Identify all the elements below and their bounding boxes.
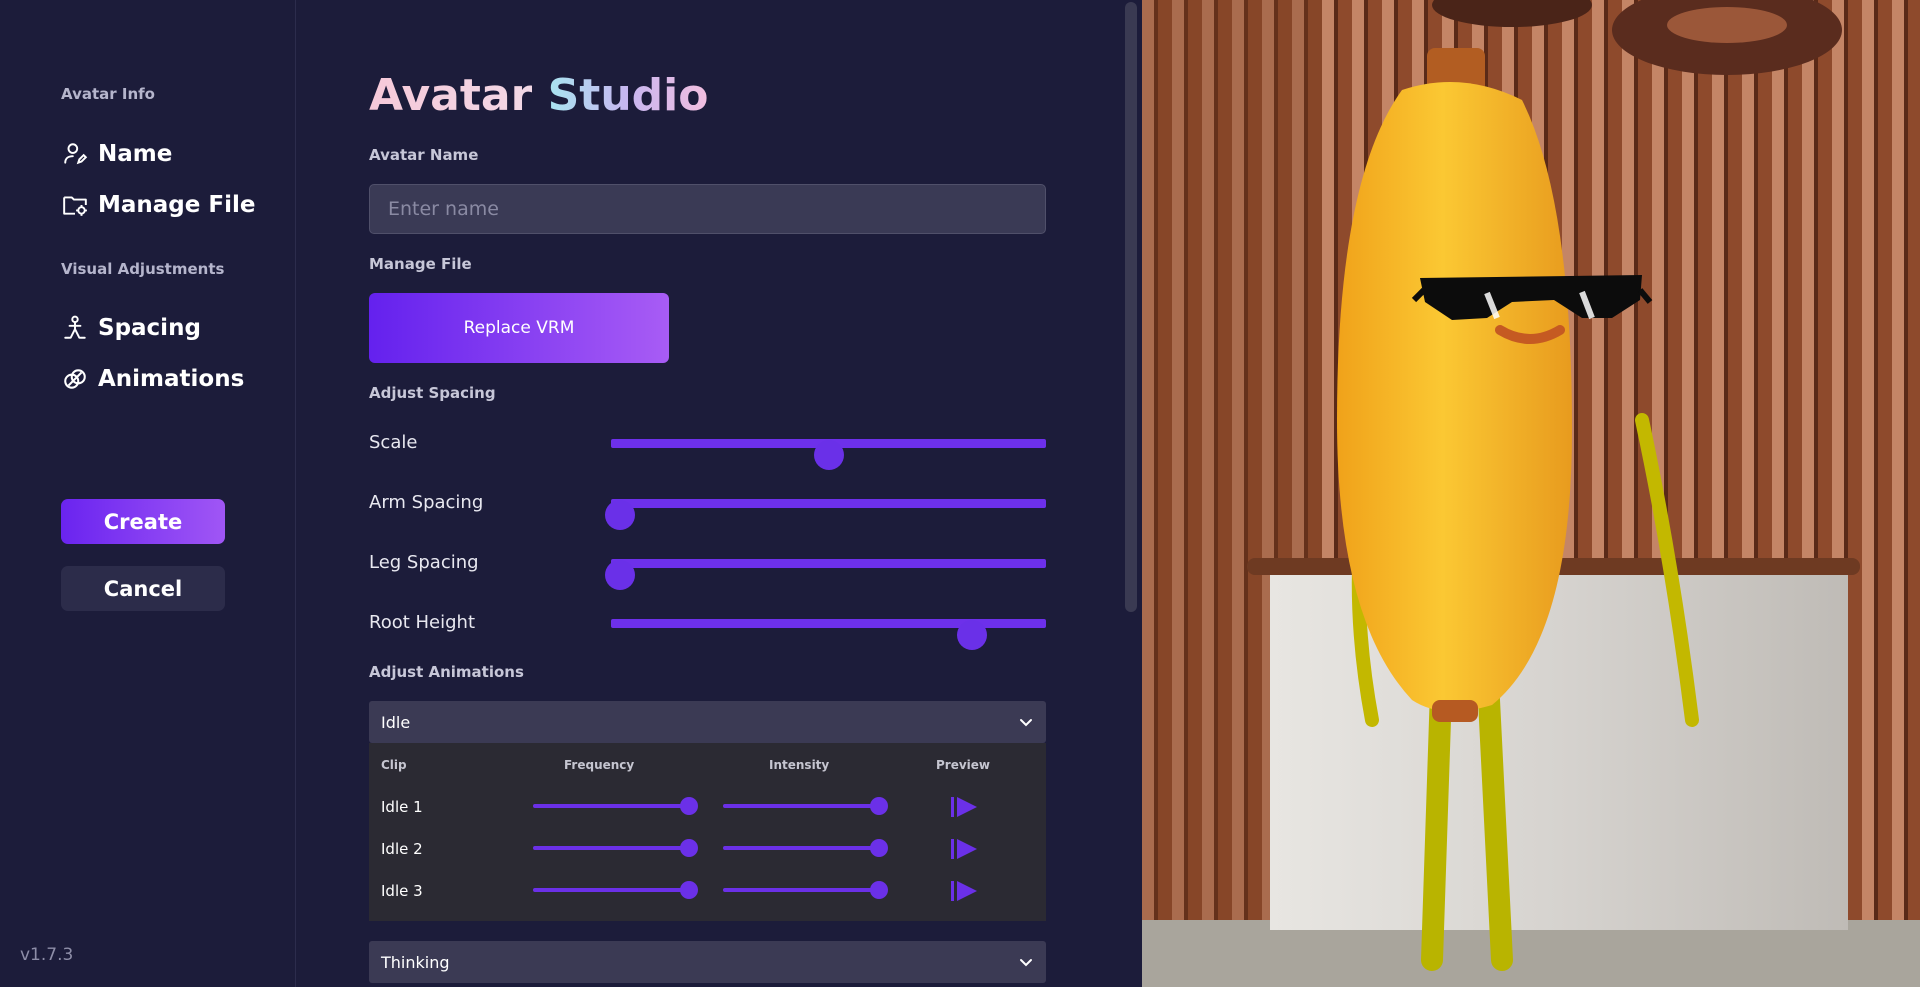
manage-file-label: Manage File [369,255,472,273]
clip-row: Idle 2 [369,833,1046,863]
settings-scrollbar[interactable] [1125,2,1137,612]
intensity-slider-thumb[interactable] [870,797,888,815]
frequency-slider[interactable] [533,881,698,899]
root-height-slider-thumb[interactable] [957,620,988,650]
clip-name: Idle 2 [381,840,423,858]
scale-slider-thumb[interactable] [813,440,844,470]
create-button[interactable]: Create [61,499,225,544]
chevron-down-icon [1020,719,1032,727]
adjust-spacing-label: Adjust Spacing [369,384,496,402]
column-header-preview: Preview [936,758,991,772]
slider-label: Arm Spacing [369,492,484,513]
idle-clips-panel: Clip Frequency Intensity Preview Idle 1 … [369,743,1046,921]
version-label: v1.7.3 [20,945,74,965]
play-preview-icon[interactable] [951,879,979,903]
accordion-title: Thinking [381,952,450,972]
sidebar-item-spacing[interactable]: Spacing [62,315,201,341]
scale-slider-track[interactable] [611,439,1046,470]
cancel-button[interactable]: Cancel [61,566,225,611]
accordion-title: Idle [381,712,411,732]
leg-spacing-slider-thumb[interactable] [604,560,635,590]
root-height-slider-track[interactable] [611,619,1046,650]
sidebar-item-label: Name [98,141,173,167]
root-height-slider-row: Root Height [369,607,1046,650]
clip-row: Idle 3 [369,875,1046,905]
frequency-slider-thumb[interactable] [680,797,698,815]
leg-spacing-slider-row: Leg Spacing [369,547,1046,590]
folder-gear-icon [62,192,88,218]
banana-avatar-scene [1142,0,1920,987]
intensity-slider-thumb[interactable] [870,881,888,899]
intensity-slider[interactable] [723,881,888,899]
frequency-slider-thumb[interactable] [680,839,698,857]
chevron-down-icon [1020,959,1032,967]
column-header-intensity: Intensity [769,758,830,772]
section-visual-adjustments: Visual Adjustments [61,260,225,278]
sidebar-item-manage-file[interactable]: Manage File [62,192,255,218]
accordion-thinking[interactable]: Thinking [369,941,1046,983]
avatar-preview-viewport[interactable] [1142,0,1920,987]
sidebar: Avatar Info Name Manage File Visual Adju… [0,0,296,987]
sidebar-item-label: Animations [98,366,245,392]
slider-label: Leg Spacing [369,552,479,573]
page-title: Avatar Studio [369,70,709,121]
frequency-slider[interactable] [533,797,698,815]
avatar-studio-app: Avatar Info Name Manage File Visual Adju… [0,0,1920,987]
replace-vrm-button[interactable]: Replace VRM [369,293,669,363]
intensity-slider[interactable] [723,839,888,857]
slider-label: Root Height [369,612,476,633]
intensity-slider-thumb[interactable] [870,839,888,857]
column-header-frequency: Frequency [564,758,635,772]
adjust-animations-label: Adjust Animations [369,663,524,681]
play-preview-icon[interactable] [951,837,979,861]
avatar-name-input[interactable] [369,184,1046,234]
arm-spacing-slider-thumb[interactable] [604,500,635,530]
sidebar-item-label: Spacing [98,315,201,341]
frequency-slider[interactable] [533,839,698,857]
avatar-name-label: Avatar Name [369,146,479,164]
slider-label: Scale [369,432,418,453]
section-avatar-info: Avatar Info [61,85,155,103]
clip-row: Idle 1 [369,791,1046,821]
accordion-idle[interactable]: Idle [369,701,1046,743]
clip-name: Idle 3 [381,882,423,900]
play-preview-icon[interactable] [951,795,979,819]
sidebar-item-animations[interactable]: Animations [62,366,244,392]
rings-animation-icon [62,366,88,392]
user-edit-icon [62,141,88,167]
sidebar-item-name[interactable]: Name [62,141,172,167]
figure-spacing-icon [62,315,88,341]
sidebar-item-label: Manage File [98,192,256,218]
frequency-slider-thumb[interactable] [680,881,698,899]
arm-spacing-slider-track[interactable] [604,499,1046,530]
scale-slider-row: Scale [369,427,1046,470]
column-header-clip: Clip [381,758,407,772]
leg-spacing-slider-track[interactable] [604,559,1046,590]
arm-spacing-slider-row: Arm Spacing [369,487,1046,530]
intensity-slider[interactable] [723,797,888,815]
clip-name: Idle 1 [381,798,423,816]
